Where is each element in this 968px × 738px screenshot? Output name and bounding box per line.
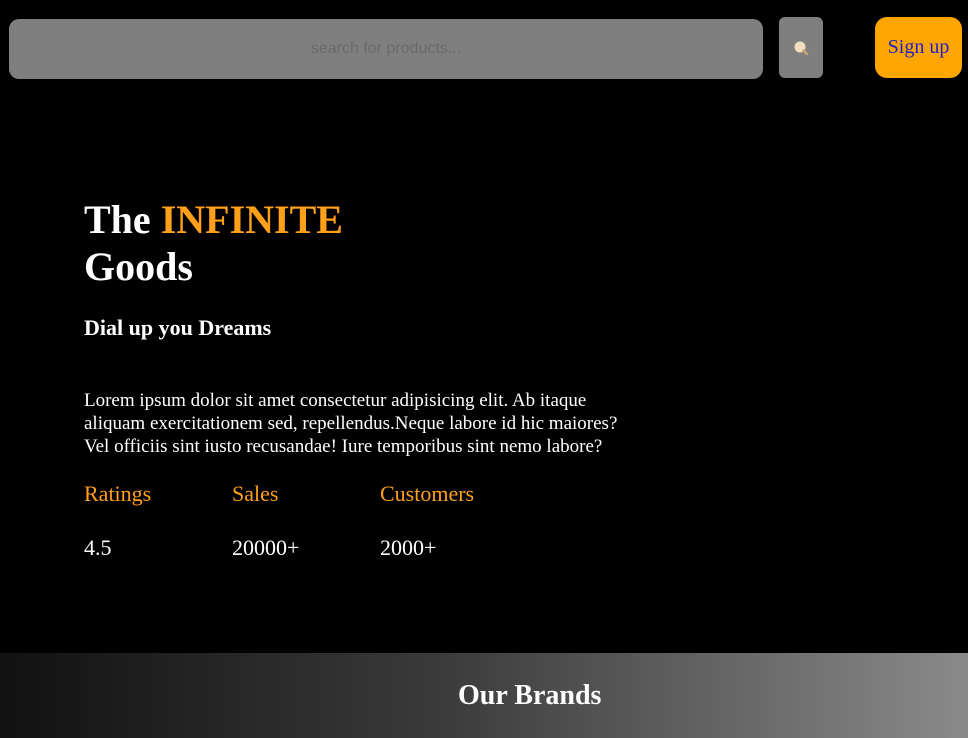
- stat-label: Ratings: [84, 481, 152, 506]
- hero-title: The INFINITE Goods: [84, 196, 624, 290]
- search-input[interactable]: [9, 19, 763, 79]
- stat-label: Sales: [232, 481, 279, 506]
- stat-sales: Sales 20000+: [232, 480, 372, 562]
- hero-subtitle: Dial up you Dreams: [84, 315, 272, 340]
- stat-ratings: Ratings 4.5: [84, 480, 224, 562]
- stat-value: 20000+: [232, 535, 300, 560]
- hero-title-prefix: The: [84, 197, 151, 242]
- stat-value: 4.5: [84, 535, 112, 560]
- hero-section: The INFINITE Goods: [84, 196, 624, 290]
- stat-label: Customers: [380, 481, 475, 506]
- top-bar: Sign up: [0, 0, 968, 100]
- search-icon: [794, 41, 809, 55]
- hero-description: Lorem ipsum dolor sit amet consectetur a…: [84, 390, 618, 457]
- stat-value: 2000+: [380, 535, 437, 560]
- brands-title: Our Brands: [458, 680, 602, 711]
- hero-title-accent: INFINITE: [160, 197, 343, 242]
- hero-title-suffix: Goods: [84, 244, 193, 289]
- signup-button[interactable]: Sign up: [875, 17, 962, 78]
- stat-customers: Customers 2000+: [380, 480, 520, 562]
- search-button[interactable]: [779, 17, 823, 78]
